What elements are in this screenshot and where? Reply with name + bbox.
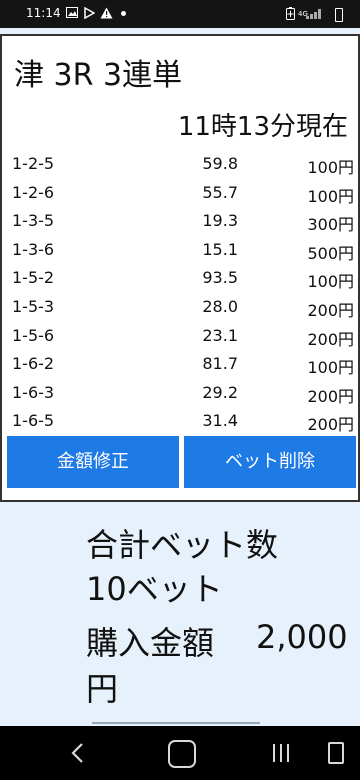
bet-row[interactable]: 1-2-5 59.8 100円 (12, 150, 358, 179)
bet-row[interactable]: 1-5-6 23.1 200円 (12, 322, 358, 351)
bet-amount: 200円 (307, 415, 354, 435)
bet-row[interactable]: 1-6-3 29.2 200円 (12, 379, 358, 408)
bet-row[interactable]: 1-3-5 19.3 300円 (12, 207, 358, 236)
bet-summary: 合計ベット数 10ベット 購入金額 2,000 円 (0, 500, 360, 726)
bet-odds: 59.8 (202, 154, 238, 173)
bet-list: 1-2-5 59.8 100円 1-2-6 55.7 100円 1-3-5 19… (12, 150, 358, 436)
bet-combination: 1-3-5 (12, 211, 55, 231)
battery-saver-icon (286, 7, 295, 23)
recent-apps-icon[interactable] (268, 740, 294, 766)
edit-amount-button[interactable]: 金額修正 (7, 436, 179, 488)
bet-amount: 200円 (307, 329, 354, 349)
bet-odds: 93.5 (202, 268, 238, 288)
bet-amount: 100円 (307, 358, 354, 378)
bet-row[interactable]: 1-5-2 93.5 100円 (12, 264, 358, 293)
bet-row[interactable]: 1-2-6 55.7 100円 (12, 179, 358, 208)
gallery-icon (66, 7, 78, 21)
bet-combination: 1-6-2 (12, 354, 55, 374)
home-icon[interactable] (168, 740, 196, 768)
bet-row[interactable]: 1-6-5 31.4 200円 (12, 407, 358, 436)
bet-amount: 200円 (307, 300, 354, 320)
play-store-icon (84, 6, 96, 22)
bet-row[interactable]: 1-6-2 81.7 100円 (12, 350, 358, 379)
bet-amount: 100円 (307, 272, 354, 292)
bet-amount: 500円 (307, 243, 354, 263)
bet-odds: 29.2 (202, 382, 238, 402)
bet-combination: 1-2-5 (12, 154, 55, 173)
battery-icon (335, 8, 343, 22)
bet-combination: 1-5-3 (12, 296, 55, 316)
bet-odds: 15.1 (202, 239, 238, 259)
keyboard-toggle-icon[interactable] (328, 742, 344, 764)
bet-odds: 81.7 (202, 354, 238, 374)
bet-row[interactable]: 1-5-3 28.0 200円 (12, 293, 358, 322)
status-time: 11:14 (26, 6, 61, 20)
purchase-amount-unit: 円 (86, 670, 119, 708)
bet-amount: 200円 (307, 386, 354, 406)
bet-panel: 津 3R 3連単 11時13分現在 1-2-5 59.8 100円 1-2-6 … (0, 34, 360, 502)
status-bar: 11:14 4G (0, 0, 360, 28)
race-title: 津 3R 3連単 (14, 58, 183, 93)
bet-combination: 1-5-6 (12, 325, 55, 345)
total-bets-count: 10ベット (86, 570, 223, 608)
bet-odds: 19.3 (202, 211, 238, 231)
bet-row[interactable]: 1-3-6 15.1 500円 (12, 236, 358, 265)
total-bets-label: 合計ベット数 (86, 526, 279, 564)
odds-timestamp: 11時13分現在 (177, 112, 348, 142)
bet-amount: 100円 (307, 158, 354, 177)
scroll-indicator (92, 722, 260, 724)
navigation-bar (0, 726, 360, 780)
purchase-amount-value: 2,000 (256, 618, 348, 656)
bet-odds: 31.4 (202, 411, 238, 431)
bet-combination: 1-6-5 (12, 411, 55, 431)
delete-bet-button[interactable]: ベット削除 (184, 436, 356, 488)
bet-amount: 100円 (307, 186, 354, 206)
back-icon[interactable] (64, 740, 92, 766)
bet-combination: 1-6-3 (12, 382, 55, 402)
warning-icon (100, 7, 113, 22)
purchase-amount-label: 購入金額 (86, 624, 215, 662)
notification-dot-icon (121, 11, 126, 16)
bet-amount: 300円 (307, 215, 354, 235)
bet-odds: 55.7 (202, 182, 238, 202)
bet-odds: 23.1 (202, 325, 238, 345)
bet-combination: 1-2-6 (12, 182, 55, 202)
bet-combination: 1-5-2 (12, 268, 55, 288)
bet-odds: 28.0 (202, 296, 238, 316)
bet-combination: 1-3-6 (12, 239, 55, 259)
signal-icon (306, 9, 322, 19)
